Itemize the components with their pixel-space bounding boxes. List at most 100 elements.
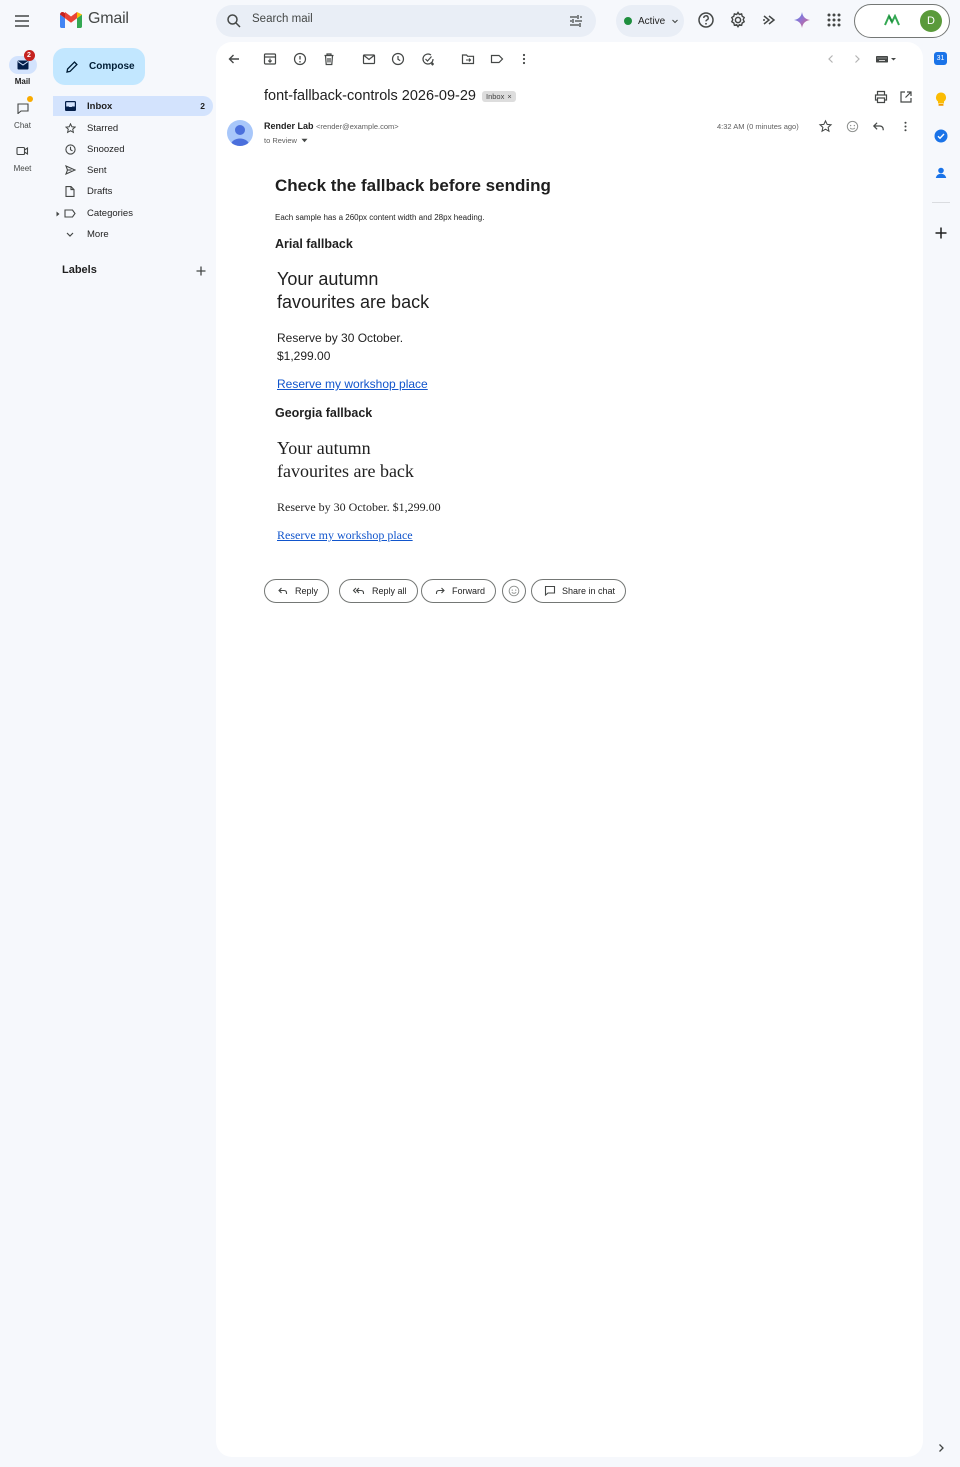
expand-arrow-icon[interactable] bbox=[56, 211, 60, 217]
rail-meet-label: Meet bbox=[13, 164, 32, 173]
print-icon[interactable] bbox=[873, 89, 889, 105]
sample-arial-title: Arial fallback bbox=[275, 237, 353, 251]
add-to-tasks-icon[interactable] bbox=[420, 51, 436, 67]
tasks-icon[interactable] bbox=[932, 127, 950, 145]
compose-button[interactable]: Compose bbox=[53, 48, 145, 85]
mail-icon bbox=[17, 60, 28, 70]
status-button[interactable]: Active bbox=[616, 5, 684, 37]
meet-video-icon bbox=[16, 146, 29, 156]
label-icon[interactable] bbox=[489, 51, 505, 67]
nav-label-inbox: Inbox bbox=[87, 100, 113, 112]
newer-chevron-left-icon[interactable] bbox=[823, 51, 839, 67]
forward-label: Forward bbox=[452, 586, 486, 596]
keep-notes-icon[interactable] bbox=[932, 90, 950, 108]
inbox-icon bbox=[64, 101, 76, 111]
sender-line: Render Lab <render@example.com> bbox=[264, 121, 399, 131]
message-more-icon[interactable] bbox=[898, 119, 913, 134]
share-in-chat-label: Share in chat bbox=[562, 586, 616, 596]
recipient-label: to Review bbox=[264, 136, 297, 145]
message-view bbox=[216, 42, 923, 1457]
rail-mail[interactable]: 2 Mail bbox=[0, 50, 45, 86]
message-subject-row: font-fallback-controls 2026-09-29 Inbox … bbox=[264, 88, 516, 104]
nav-item-starred[interactable]: Starred bbox=[53, 118, 213, 138]
search-input[interactable] bbox=[252, 13, 552, 25]
delete-trash-icon[interactable] bbox=[321, 51, 337, 67]
nav-label-snoozed: Snoozed bbox=[87, 143, 125, 155]
rail-chat-label: Chat bbox=[14, 121, 31, 130]
sample-arial-link[interactable]: Reserve my workshop place bbox=[277, 377, 428, 391]
nav-label-categories: Categories bbox=[87, 207, 133, 219]
move-to-folder-icon[interactable] bbox=[460, 51, 476, 67]
rail-meet[interactable]: Meet bbox=[0, 142, 45, 173]
nav-item-more[interactable]: More bbox=[53, 224, 213, 244]
reply-label: Reply bbox=[295, 586, 319, 596]
add-reaction-emoji-icon[interactable] bbox=[845, 119, 860, 134]
more-vertical-icon[interactable] bbox=[516, 51, 532, 67]
calendar-icon[interactable]: 31 bbox=[934, 52, 947, 65]
sender-avatar[interactable] bbox=[227, 120, 253, 146]
back-arrow-icon[interactable] bbox=[226, 51, 242, 67]
message-time: 4:32 AM (0 minutes ago) bbox=[717, 122, 799, 131]
reply-button[interactable]: Reply bbox=[264, 579, 330, 603]
expand-side-panel-chevron-icon[interactable] bbox=[935, 1442, 947, 1454]
send-icon bbox=[64, 165, 76, 175]
side-panel-divider bbox=[932, 202, 950, 203]
sample-arial-para-line1: Reserve by 30 October. bbox=[277, 331, 404, 345]
nav-item-snoozed[interactable]: Snoozed bbox=[53, 139, 213, 159]
apps-grid-icon[interactable] bbox=[824, 10, 844, 30]
inbox-count: 2 bbox=[200, 101, 205, 111]
contacts-icon[interactable] bbox=[932, 164, 950, 182]
sample-arial-heading-line1: Your autumn bbox=[277, 269, 379, 289]
sample-arial-heading-line2: favourites are back bbox=[277, 291, 430, 312]
report-spam-icon[interactable] bbox=[292, 51, 308, 67]
sender-name[interactable]: Render Lab bbox=[264, 121, 314, 131]
reply-all-label: Reply all bbox=[372, 586, 407, 596]
remove-label-close-icon[interactable]: × bbox=[507, 92, 511, 101]
search-bar bbox=[216, 5, 596, 37]
rail-chat[interactable]: Chat bbox=[0, 96, 45, 130]
snooze-clock-icon[interactable] bbox=[390, 51, 406, 67]
help-icon[interactable] bbox=[696, 10, 716, 30]
chat-icon bbox=[16, 102, 29, 114]
star-message-icon[interactable] bbox=[818, 119, 833, 134]
settings-gear-icon[interactable] bbox=[728, 10, 748, 30]
input-tools-keyboard-icon[interactable] bbox=[874, 51, 900, 67]
nav-item-categories[interactable]: Categories bbox=[53, 203, 213, 223]
gemini-tools-icon[interactable] bbox=[760, 10, 780, 30]
share-in-chat-button[interactable]: Share in chat bbox=[531, 579, 627, 603]
rail-mail-label: Mail bbox=[14, 77, 31, 86]
mark-unread-icon[interactable] bbox=[361, 51, 377, 67]
open-new-window-icon[interactable] bbox=[898, 89, 914, 105]
nav-item-inbox[interactable]: Inbox 2 bbox=[53, 96, 213, 116]
details-dropdown-icon[interactable] bbox=[301, 138, 308, 143]
nav-item-drafts[interactable]: Drafts bbox=[53, 181, 213, 201]
reply-icon[interactable] bbox=[871, 119, 886, 134]
gemini-sparkle-icon[interactable] bbox=[792, 10, 812, 30]
clock-icon bbox=[64, 143, 76, 155]
reply-all-icon bbox=[352, 587, 365, 594]
older-chevron-right-icon[interactable] bbox=[849, 51, 865, 67]
search-icon[interactable] bbox=[226, 13, 242, 29]
search-options-icon[interactable] bbox=[568, 13, 584, 29]
sample-arial-heading: Your autumn favourites are back bbox=[277, 268, 537, 313]
nav-item-sent[interactable]: Sent bbox=[53, 160, 213, 180]
nav-label-more: More bbox=[87, 228, 109, 240]
account-avatar[interactable]: D bbox=[920, 10, 942, 32]
main-menu-button[interactable] bbox=[8, 7, 36, 35]
create-label-plus-icon[interactable] bbox=[194, 264, 208, 278]
get-add-ons-plus-icon[interactable] bbox=[932, 224, 950, 242]
forward-button[interactable]: Forward bbox=[421, 579, 497, 603]
inbox-label-chip: Inbox × bbox=[481, 90, 516, 102]
star-icon bbox=[64, 122, 76, 133]
reply-all-button[interactable]: Reply all bbox=[339, 579, 418, 603]
sample-georgia-link[interactable]: Reserve my workshop place bbox=[277, 528, 413, 543]
forward-icon bbox=[435, 587, 445, 594]
gmail-logo[interactable]: Gmail bbox=[60, 10, 129, 28]
react-emoji-button[interactable] bbox=[502, 579, 526, 603]
email-heading: Check the fallback before sending bbox=[275, 176, 551, 195]
recipient-details[interactable]: to Review bbox=[264, 136, 308, 145]
chat-bubble-icon bbox=[544, 585, 556, 597]
person-avatar-icon bbox=[231, 125, 249, 146]
archive-icon[interactable] bbox=[262, 51, 278, 67]
message-subject: font-fallback-controls 2026-09-29 bbox=[264, 88, 476, 104]
